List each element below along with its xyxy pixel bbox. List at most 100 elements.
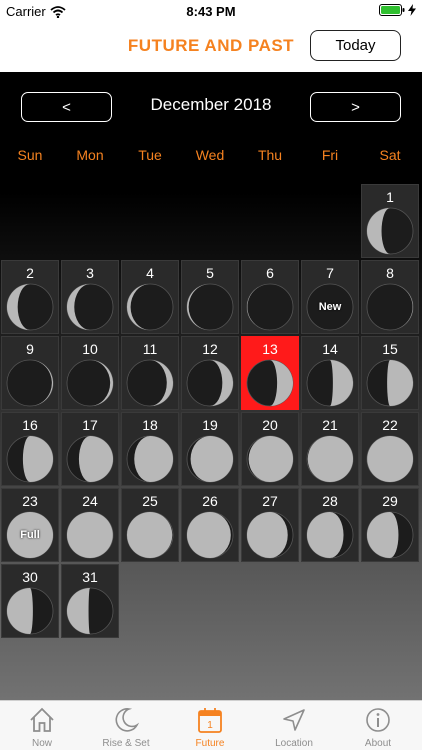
day-number: 16 — [22, 417, 38, 433]
day-number: 3 — [86, 265, 94, 281]
day-cell[interactable]: 14 — [301, 336, 359, 410]
day-cell[interactable]: 25 — [121, 488, 179, 562]
moon-phase-label: New — [318, 301, 342, 313]
day-cell[interactable]: 28 — [301, 488, 359, 562]
day-cell[interactable]: 24 — [61, 488, 119, 562]
day-cell[interactable]: 4 — [121, 260, 179, 334]
day-number: 17 — [82, 417, 98, 433]
day-number: 11 — [142, 341, 158, 357]
moon-phase-icon — [6, 359, 54, 407]
day-cell[interactable]: 6 — [241, 260, 299, 334]
weekday-thu: Thu — [257, 147, 283, 163]
status-right — [379, 4, 416, 16]
tab-now[interactable]: Now — [0, 701, 84, 750]
day-number: 5 — [206, 265, 214, 281]
day-cell[interactable]: 16 — [1, 412, 59, 486]
day-number: 2 — [26, 265, 34, 281]
tab-label: Future — [195, 738, 225, 749]
weekday-fri: Fri — [321, 147, 339, 163]
day-number: 26 — [202, 493, 218, 509]
tab-about[interactable]: About — [336, 701, 420, 750]
tab-label: Now — [31, 738, 52, 749]
day-number: 10 — [82, 341, 98, 357]
day-cell[interactable]: 27 — [241, 488, 299, 562]
moon-phase-icon — [66, 435, 114, 483]
moon-phase-icon — [366, 283, 414, 331]
tab-rise-and-set[interactable]: Rise & Set — [84, 701, 168, 750]
tab-label: Rise & Set — [102, 738, 150, 749]
day-number: 12 — [202, 341, 218, 357]
moon-phase-icon — [366, 359, 414, 407]
day-cell[interactable]: 5 — [181, 260, 239, 334]
moon-phase-icon — [366, 207, 414, 255]
moon-phase-icon — [126, 359, 174, 407]
moon-phase-icon — [186, 435, 234, 483]
day-cell[interactable]: 20 — [241, 412, 299, 486]
day-cell[interactable]: 21 — [301, 412, 359, 486]
day-number: 7 — [326, 265, 334, 281]
day-number: 19 — [202, 417, 218, 433]
status-bar: Carrier 8:43 PM — [0, 0, 422, 22]
day-cell[interactable]: 19 — [181, 412, 239, 486]
next-month-button[interactable]: > — [310, 92, 401, 122]
day-cell[interactable]: 7 New — [301, 260, 359, 334]
tab-bar: Now Rise & Set 1 Future Location About — [0, 700, 422, 750]
weekday-wed: Wed — [195, 147, 225, 163]
day-cell[interactable]: 1 — [361, 184, 419, 258]
day-cell[interactable]: 15 — [361, 336, 419, 410]
day-cell[interactable]: 29 — [361, 488, 419, 562]
today-button[interactable]: Today — [310, 30, 401, 61]
day-cell[interactable]: 9 — [1, 336, 59, 410]
moon-phase-icon — [66, 359, 114, 407]
moon-phase-icon — [6, 435, 54, 483]
calendar-icon: 1 — [198, 708, 222, 733]
day-cell[interactable]: 30 — [1, 564, 59, 638]
calendar-panel: < December 2018 > Sun Mon Tue Wed Thu Fr… — [0, 72, 422, 700]
day-cell[interactable]: 11 — [121, 336, 179, 410]
tab-label: Location — [275, 738, 313, 749]
moon-phase-icon — [126, 283, 174, 331]
day-cell[interactable]: 26 — [181, 488, 239, 562]
tab-label: About — [364, 738, 392, 749]
moon-phase-icon — [306, 435, 354, 483]
day-cell[interactable]: 18 — [121, 412, 179, 486]
day-cell[interactable]: 13 — [241, 336, 299, 410]
crescent-moon-icon — [115, 708, 140, 732]
day-number: 15 — [382, 341, 398, 357]
moon-phase-icon — [246, 435, 294, 483]
day-cell[interactable]: 22 — [361, 412, 419, 486]
day-cell[interactable]: 31 — [61, 564, 119, 638]
day-number: 22 — [382, 417, 398, 433]
day-cell[interactable]: 3 — [61, 260, 119, 334]
weekday-sun: Sun — [17, 147, 43, 163]
day-number: 28 — [322, 493, 338, 509]
day-number: 13 — [262, 341, 278, 357]
tab-future[interactable]: 1 Future — [168, 701, 252, 750]
day-cell[interactable]: 10 — [61, 336, 119, 410]
moon-phase-icon — [126, 511, 174, 559]
moon-phase-icon — [306, 511, 354, 559]
day-cell[interactable]: 23 Full — [1, 488, 59, 562]
tab-location[interactable]: Location — [252, 701, 336, 750]
day-cell[interactable]: 12 — [181, 336, 239, 410]
weekday-header: Sun Mon Tue Wed Thu Fri Sat — [0, 147, 422, 167]
moon-phase-icon — [246, 283, 294, 331]
moon-phase-icon — [366, 435, 414, 483]
moon-phase-icon — [186, 283, 234, 331]
day-number: 25 — [142, 493, 158, 509]
weekday-sat: Sat — [379, 147, 401, 163]
moon-phase-label: Full — [20, 529, 40, 541]
day-number: 6 — [266, 265, 274, 281]
day-cell[interactable]: 17 — [61, 412, 119, 486]
day-number: 18 — [142, 417, 158, 433]
info-icon — [366, 708, 390, 732]
moon-phase-icon — [186, 359, 234, 407]
moon-phase-icon — [66, 587, 114, 635]
moon-phase-icon — [126, 435, 174, 483]
day-number: 1 — [386, 189, 394, 205]
moon-phase-icon — [6, 283, 54, 331]
day-cell[interactable]: 8 — [361, 260, 419, 334]
day-number: 31 — [82, 569, 98, 585]
moon-phase-icon — [66, 283, 114, 331]
day-cell[interactable]: 2 — [1, 260, 59, 334]
